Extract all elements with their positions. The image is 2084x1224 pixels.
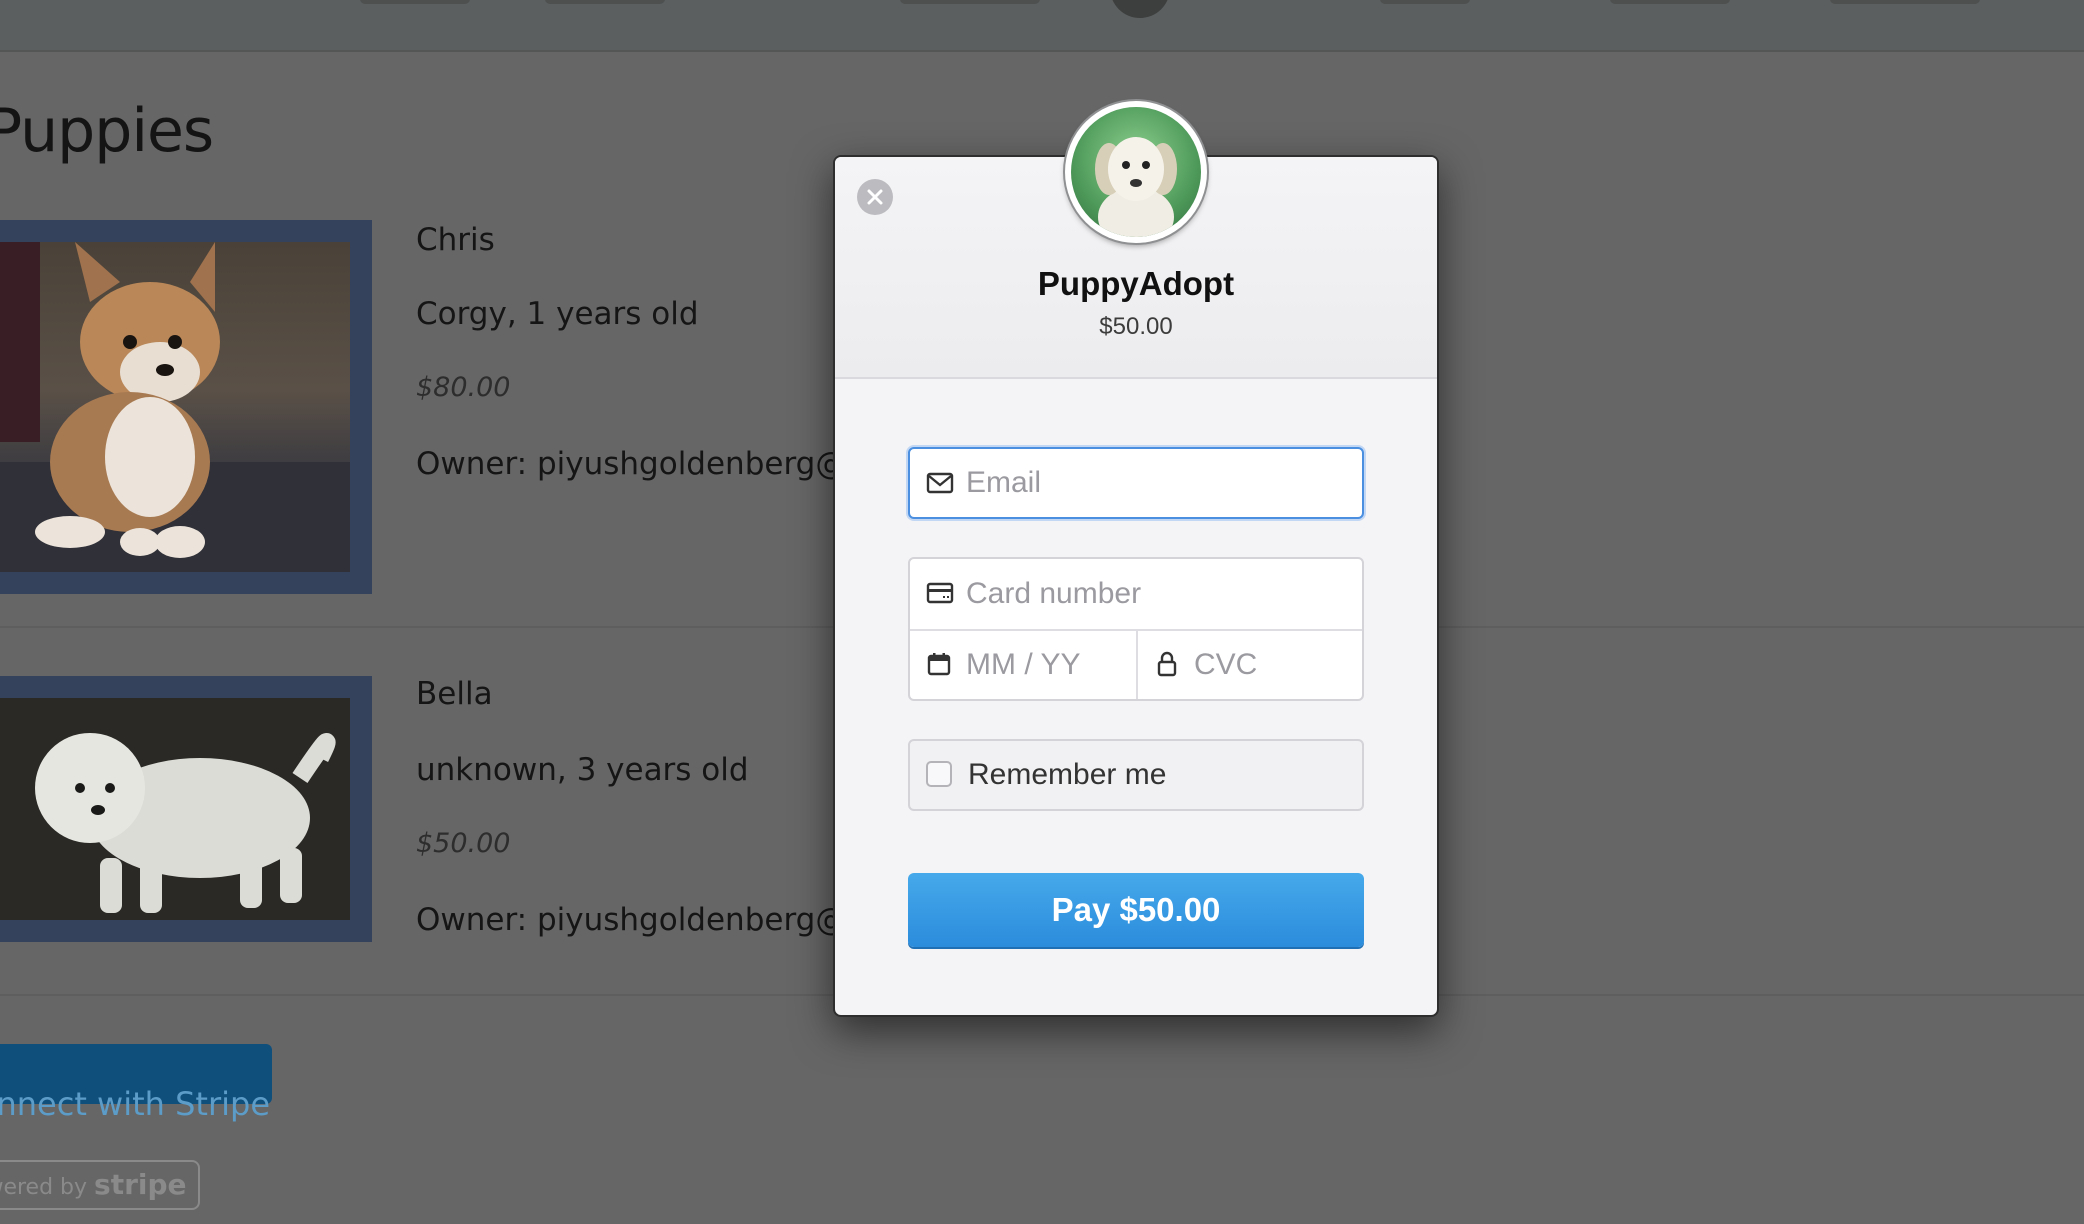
email-input[interactable] bbox=[966, 449, 1346, 517]
nav-link-fragment[interactable] bbox=[1380, 0, 1470, 4]
powered-by-prefix: owered by bbox=[0, 1175, 88, 1200]
nav-link-fragment[interactable] bbox=[360, 0, 470, 4]
envelope-icon bbox=[926, 472, 954, 494]
cvc-input[interactable] bbox=[1194, 631, 1354, 699]
card-number-field[interactable] bbox=[910, 559, 1362, 631]
nav-link-fragment[interactable] bbox=[545, 0, 665, 4]
top-navigation-bar bbox=[0, 0, 2084, 52]
connect-button-label: onnect with Stripe bbox=[0, 1085, 270, 1123]
merchant-name: PuppyAdopt bbox=[1037, 265, 1235, 302]
puppy-photo[interactable] bbox=[0, 698, 350, 920]
close-icon bbox=[867, 189, 883, 205]
remember-me-label: Remember me bbox=[968, 758, 1167, 791]
cvc-field[interactable] bbox=[1138, 631, 1362, 699]
nav-link-fragment[interactable] bbox=[1610, 0, 1730, 4]
powered-by-stripe-badge[interactable]: owered by stripe bbox=[0, 1160, 200, 1210]
remember-me-checkbox[interactable] bbox=[926, 761, 952, 787]
puppy-name: Bella bbox=[416, 676, 493, 712]
maltese-illustration bbox=[35, 733, 336, 913]
puppy-photo-frame bbox=[0, 220, 372, 594]
calendar-icon bbox=[927, 653, 951, 676]
expiry-input[interactable] bbox=[966, 631, 1126, 699]
stripe-wordmark: stripe bbox=[94, 1168, 187, 1201]
merchant-avatar bbox=[1065, 101, 1207, 243]
expiry-field[interactable] bbox=[910, 631, 1138, 699]
nav-link-fragment[interactable] bbox=[1830, 0, 1980, 4]
puppy-description: unknown, 3 years old bbox=[416, 752, 749, 788]
page-title: Puppies bbox=[0, 96, 214, 166]
puppy-description: Corgy, 1 years old bbox=[416, 296, 699, 332]
checkout-amount: $50.00 bbox=[1099, 313, 1173, 340]
puppy-owner: Owner: piyushgoldenberg@ bbox=[416, 446, 847, 482]
puppy-owner: Owner: piyushgoldenberg@ bbox=[416, 902, 847, 938]
close-button[interactable] bbox=[857, 179, 893, 215]
card-details-group bbox=[908, 557, 1364, 701]
pay-button[interactable]: Pay $50.00 bbox=[908, 873, 1364, 947]
site-logo[interactable] bbox=[1110, 0, 1170, 18]
checkout-modal: PuppyAdopt $50.00 Email Card number MM /… bbox=[833, 101, 1439, 1017]
lock-icon bbox=[1157, 651, 1177, 677]
connect-with-stripe-button[interactable]: onnect with Stripe bbox=[0, 1044, 272, 1123]
puppy-photo[interactable] bbox=[0, 242, 350, 572]
remember-me-option[interactable]: Remember me bbox=[908, 739, 1364, 811]
puppy-price: $80.00 bbox=[416, 372, 511, 403]
email-field[interactable] bbox=[908, 447, 1364, 519]
puppy-photo-frame bbox=[0, 676, 372, 942]
checkout-header: PuppyAdopt $50.00 bbox=[835, 101, 1437, 379]
puppy-name: Chris bbox=[416, 222, 495, 258]
nav-link-fragment[interactable] bbox=[900, 0, 1040, 4]
card-number-input[interactable] bbox=[966, 559, 1346, 629]
corgi-illustration bbox=[0, 242, 350, 572]
puppy-price: $50.00 bbox=[416, 828, 511, 859]
puppy-avatar-image bbox=[1095, 137, 1177, 237]
credit-card-icon bbox=[926, 582, 954, 604]
